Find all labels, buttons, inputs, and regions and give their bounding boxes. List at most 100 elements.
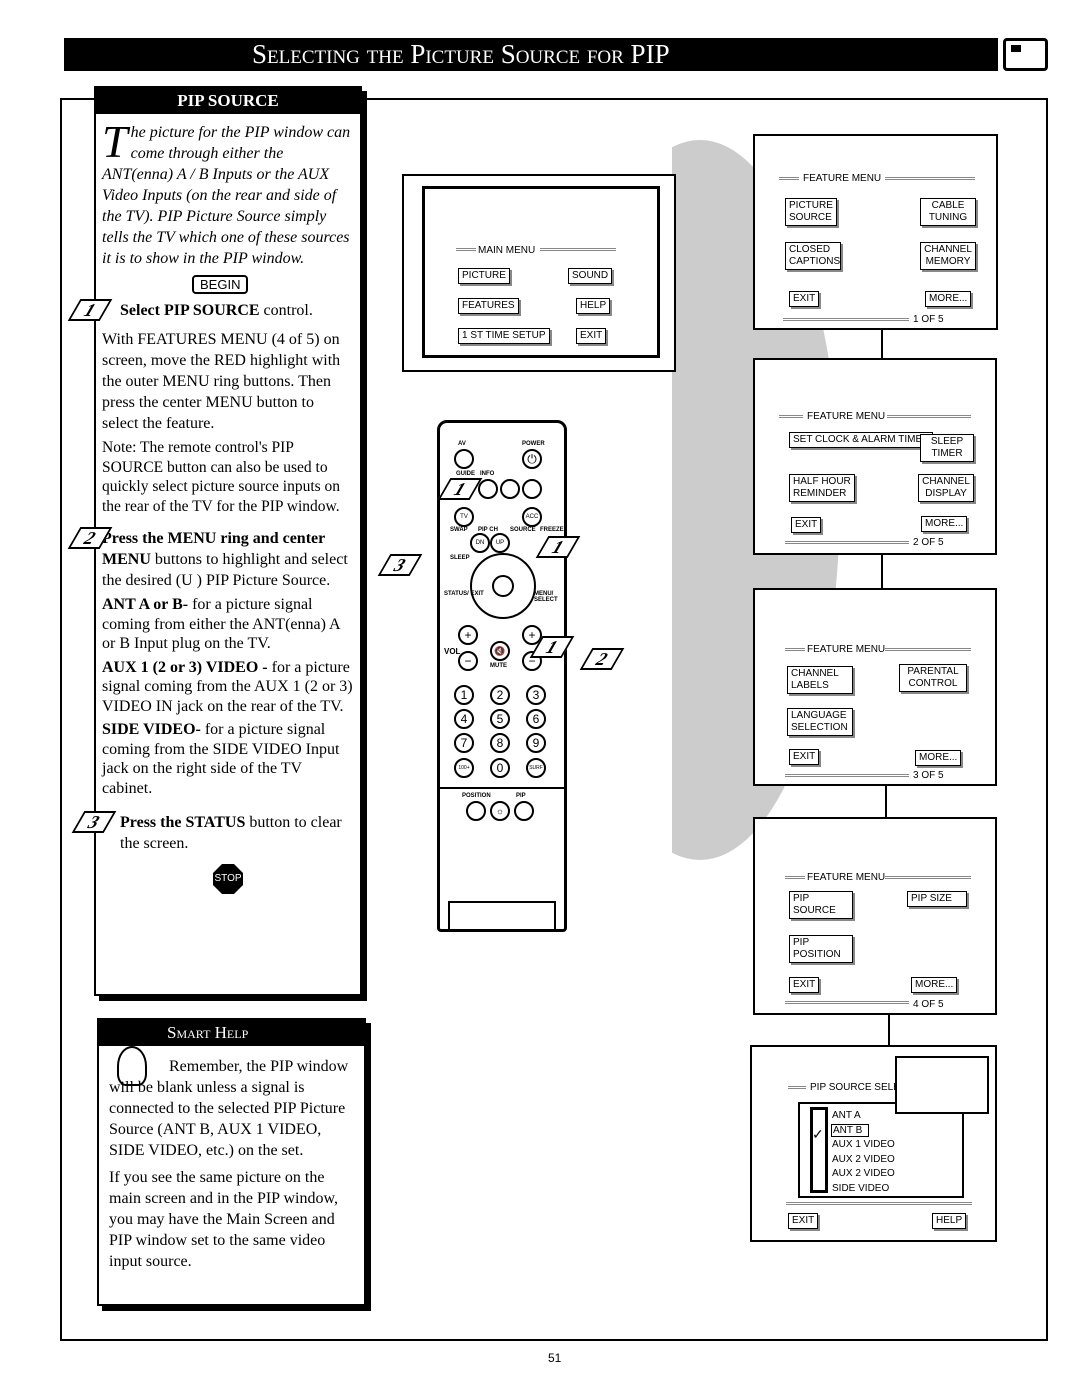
menu-picture[interactable]: PICTURE — [458, 268, 510, 284]
exit-item[interactable]: EXIT — [791, 517, 822, 533]
menu-title: FEATURE MENU — [807, 872, 886, 883]
pip-ch-up-button[interactable]: UP — [490, 533, 510, 553]
digit-1-button[interactable]: 1 — [454, 685, 474, 705]
pip-ch-down-button[interactable]: DN — [470, 533, 490, 553]
option-aux2-video[interactable]: AUX 2 VIDEO — [832, 1154, 895, 1165]
exit-item[interactable]: EXIT — [789, 977, 820, 993]
digit-8-button[interactable]: 8 — [490, 733, 510, 753]
side-option: SIDE VIDEO- for a picture signal coming … — [102, 721, 340, 797]
option-side-video[interactable]: SIDE VIDEO — [832, 1183, 889, 1194]
page-indicator: 4 OF 5 — [913, 999, 944, 1010]
aux-option: AUX 1 (2 or 3) VIDEO - for a picture sig… — [102, 658, 353, 715]
page-indicator: 2 OF 5 — [913, 537, 944, 548]
main-menu-title: MAIN MENU — [478, 245, 536, 256]
digit-3-button[interactable]: 3 — [526, 685, 546, 705]
tv-button[interactable]: TV — [454, 507, 474, 527]
digit-5-button[interactable]: 5 — [490, 709, 510, 729]
menu-exit[interactable]: EXIT — [576, 328, 607, 344]
lightbulb-icon — [117, 1046, 147, 1086]
page-indicator: 3 OF 5 — [913, 770, 944, 781]
menu-select-label: MENU/ SELECT — [534, 591, 558, 603]
more-item[interactable]: MORE... — [911, 977, 958, 993]
surf-button[interactable]: SURF — [526, 758, 546, 778]
info-label: INFO — [480, 471, 495, 477]
vol-up-button[interactable]: + — [458, 625, 478, 645]
menu-features[interactable]: FEATURES — [458, 298, 519, 314]
sleep-label: SLEEP — [450, 555, 470, 561]
smart-help-text-2: If you see the same picture on the main … — [109, 1169, 338, 1270]
light-button[interactable]: ☼ — [490, 801, 510, 821]
menu-center-button[interactable] — [492, 575, 514, 597]
vol-label: VOL — [444, 647, 461, 656]
page-number: 51 — [548, 1351, 562, 1365]
freeze-label: FREEZE — [540, 527, 564, 533]
status-exit-label: STATUS/ EXIT — [444, 591, 484, 597]
half-hour-reminder-item[interactable]: HALF HOUR REMINDER — [789, 474, 855, 502]
digit-4-button[interactable]: 4 — [454, 709, 474, 729]
pip-size-item[interactable]: PIP SIZE — [907, 891, 967, 907]
step-3: 3 Press the STATUS button to clear the sc… — [71, 811, 360, 854]
help-button[interactable]: HELP — [932, 1213, 967, 1229]
feature-menu-3: FEATURE MENU CHANNEL LABELS PARENTAL CON… — [753, 588, 997, 786]
acc-button[interactable]: ACC — [522, 507, 542, 527]
position-button[interactable] — [466, 801, 486, 821]
menu-help[interactable]: HELP — [576, 298, 611, 314]
picture-source-item[interactable]: PICTURE SOURCE — [785, 198, 837, 226]
menu-first-time-setup[interactable]: 1 ST TIME SETUP — [458, 328, 550, 344]
100-button[interactable]: 100+ — [454, 758, 474, 778]
pip-source-menu: PIP SOURCE SELECT ✓ ANT A ANT B AUX 1 VI… — [750, 1045, 997, 1242]
option-ant-a[interactable]: ANT A — [832, 1110, 861, 1121]
digit-0-button[interactable]: 0 — [490, 758, 510, 778]
option-aux1-video[interactable]: AUX 1 VIDEO — [832, 1139, 895, 1150]
feature-menu-1: FEATURE MENU PICTURE SOURCE CABLE TUNING… — [753, 134, 998, 330]
more-item[interactable]: MORE... — [915, 750, 962, 766]
step-1-text: With FEATURES MENU (4 of 5) on screen, m… — [102, 331, 341, 432]
button-a[interactable] — [500, 479, 520, 499]
sleep-timer-item[interactable]: SLEEP TIMER — [920, 434, 974, 462]
pip-source-panel: PIP SOURCE The picture for the PIP windo… — [67, 86, 362, 996]
begin-badge: BEGIN — [192, 275, 249, 294]
option-aux2-video-b[interactable]: AUX 2 VIDEO — [832, 1168, 895, 1179]
note: Note: The remote control's PIP SOURCE bu… — [102, 439, 341, 515]
parental-control-item[interactable]: PARENTAL CONTROL — [899, 664, 967, 692]
info-button[interactable] — [478, 479, 498, 499]
more-item[interactable]: MORE... — [921, 516, 968, 532]
exit-button[interactable]: EXIT — [788, 1213, 819, 1229]
power-button[interactable]: ⏻ — [522, 449, 542, 469]
step-2: 2 Press the MENU ring and center MENU but… — [67, 527, 360, 591]
pip-source-item[interactable]: PIP SOURCE — [789, 891, 853, 919]
cable-tuning-item[interactable]: CABLE TUNING — [920, 198, 976, 226]
exit-item[interactable]: EXIT — [789, 291, 820, 307]
channel-display-item[interactable]: CHANNEL DISPLAY — [918, 474, 974, 502]
pip-button[interactable] — [514, 801, 534, 821]
source-list: ✓ ANT A ANT B AUX 1 VIDEO AUX 2 VIDEO AU… — [798, 1102, 964, 1198]
menu-sound[interactable]: SOUND — [568, 268, 613, 284]
channel-memory-item[interactable]: CHANNEL MEMORY — [920, 242, 976, 270]
digit-2-button[interactable]: 2 — [490, 685, 510, 705]
intro: The picture for the PIP window can come … — [102, 116, 351, 268]
digit-6-button[interactable]: 6 — [526, 709, 546, 729]
exit-item[interactable]: EXIT — [789, 749, 820, 765]
option-ant-b[interactable]: ANT B — [831, 1124, 870, 1137]
channel-labels-item[interactable]: CHANNEL LABELS — [787, 666, 853, 694]
mute-label: MUTE — [490, 663, 507, 669]
smart-help-box: Smart Help Remember, the PIP window will… — [97, 1018, 366, 1306]
av-button[interactable] — [454, 449, 474, 469]
guide-label: GUIDE — [456, 471, 476, 477]
button-b[interactable] — [522, 479, 542, 499]
remote-bottom-panel — [448, 901, 556, 931]
pip-position-item[interactable]: PIP POSITION — [789, 935, 853, 963]
digit-7-button[interactable]: 7 — [454, 733, 474, 753]
language-selection-item[interactable]: LANGUAGE SELECTION — [787, 708, 853, 736]
page-indicator: 1 OF 5 — [913, 314, 944, 325]
source-label: SOURCE — [510, 527, 536, 533]
more-item[interactable]: MORE... — [925, 291, 972, 307]
closed-captions-item[interactable]: CLOSED CAPTIONS — [785, 242, 841, 270]
pip-label: PIP — [516, 793, 526, 799]
digit-9-button[interactable]: 9 — [526, 733, 546, 753]
page-title: Selecting the Picture Source for PIP — [64, 38, 998, 71]
vol-down-button[interactable]: − — [458, 651, 478, 671]
menu-ring[interactable] — [470, 553, 536, 619]
mute-button[interactable]: 🔇 — [490, 641, 510, 661]
set-clock-item[interactable]: SET CLOCK & ALARM TIMER — [789, 432, 934, 448]
